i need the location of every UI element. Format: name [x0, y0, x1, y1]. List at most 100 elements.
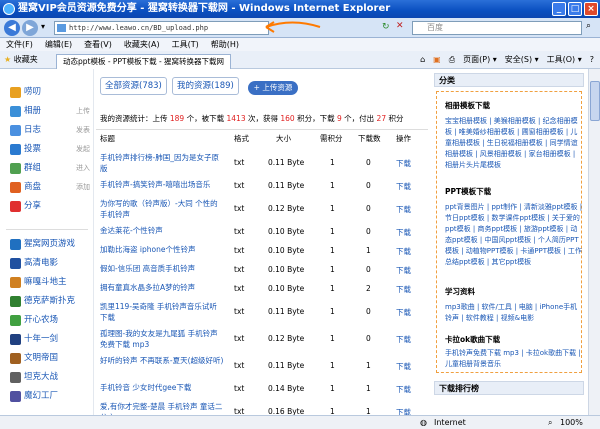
menu-view[interactable]: 查看(V): [84, 38, 112, 51]
section-links[interactable]: mp3歌曲 | 软件/工具 | 电脑 | iPhone手机铃声 | 软件教程 |…: [445, 302, 583, 324]
forward-button[interactable]: ▶: [22, 20, 38, 36]
tab-my-resources[interactable]: 我的资源(189): [172, 77, 239, 95]
print-icon[interactable]: ⎙: [449, 51, 455, 69]
sidebar-item-label: 嘛嘎斗地主: [24, 277, 67, 287]
sidebar-item-disk[interactable]: 商盘 添加: [10, 180, 90, 194]
section-links[interactable]: 宝宝相册模板 | 美猴相册模板 | 纪念相册模板 | 唯美婚纱相册模板 | 圃窗…: [445, 116, 583, 171]
game-icon: [10, 238, 21, 250]
photo-icon: [10, 105, 21, 117]
vertical-scrollbar[interactable]: [588, 69, 600, 415]
size-cell: 0.12 Byte: [268, 204, 305, 213]
download-link[interactable]: 下载: [396, 246, 411, 257]
scrollbar-thumb[interactable]: [590, 81, 600, 121]
format-cell: txt: [234, 361, 245, 370]
sidebar-item-heart[interactable]: 分享: [10, 199, 90, 213]
resource-title-link[interactable]: 手机铃音 少女时代gee下载: [100, 382, 224, 393]
resource-title-link[interactable]: 为你写的歌（铃声版）-大同 个性的手机铃声: [100, 198, 224, 220]
resource-title-link[interactable]: 爱,有你才完整-楚晨 手机铃声 童话二分之一: [100, 401, 224, 415]
download-link[interactable]: 下载: [396, 204, 411, 215]
back-button[interactable]: ◀: [4, 20, 20, 36]
download-link[interactable]: 下载: [396, 407, 411, 415]
section-links[interactable]: 手机铃声免费下载 mp3 | 卡拉ok歌曲下载 | 儿童相册背景音乐: [445, 348, 583, 370]
sidebar-app-film[interactable]: 高清电影: [10, 256, 90, 270]
format-cell: txt: [234, 307, 245, 316]
sidebar-app-poker[interactable]: 德克萨斯扑克: [10, 294, 90, 308]
zoom-level[interactable]: 100%: [560, 416, 583, 429]
sidebar-item-action[interactable]: 上传: [76, 104, 90, 118]
download-link[interactable]: 下载: [396, 181, 411, 192]
points-cell: 1: [330, 334, 335, 343]
refresh-icon[interactable]: ↻: [382, 22, 390, 32]
sidebar-item-action[interactable]: 发表: [76, 123, 90, 137]
col-title: 标题: [100, 134, 115, 143]
safety-menu[interactable]: 安全(S) ▾: [505, 51, 539, 69]
stop-icon[interactable]: ✕: [396, 21, 404, 31]
upload-resource-button[interactable]: + 上传资源: [248, 81, 298, 95]
feed-icon[interactable]: ▣: [433, 51, 441, 69]
resource-title-link[interactable]: 孤理图-我的女友是九尾狐 手机铃声免费下载 mp3: [100, 328, 224, 350]
downloads-cell: 1: [366, 361, 371, 370]
sidebar-app-empire[interactable]: 文明帝国: [10, 351, 90, 365]
download-link[interactable]: 下载: [396, 384, 411, 395]
download-link[interactable]: 下载: [396, 265, 411, 276]
table-row: 孤理图-我的女友是九尾狐 手机铃声免费下载 mp3 txt 0.12 Byte 1 0 下…: [96, 327, 428, 351]
resource-title-link[interactable]: 手机铃声-搞笑铃声-嘻嘻出场音乐: [100, 179, 224, 190]
resource-title-link[interactable]: 金达莱花-个性铃声: [100, 225, 224, 236]
sidebar-app-sword[interactable]: 十年一剑: [10, 332, 90, 346]
tools-menu[interactable]: 工具(O) ▾: [547, 51, 582, 69]
favorites-button[interactable]: ★ 收藏夹: [4, 51, 38, 69]
table-row: 好听的铃声 不再联系-夏天(超级好听) txt 0.11 Byte 1 1 下载: [96, 354, 428, 378]
sidebar-item-photo[interactable]: 相册 上传: [10, 104, 90, 118]
poker-icon: [10, 295, 21, 307]
sidebar-item-group[interactable]: 群组 进入: [10, 161, 90, 175]
section-links[interactable]: ppt背景图片 | ppt制作 | 清新淡雅ppt模板 | 节日ppt模板 | …: [445, 202, 583, 268]
download-link[interactable]: 下载: [396, 158, 411, 169]
download-link[interactable]: 下载: [396, 307, 411, 318]
sidebar-item-action[interactable]: 进入: [76, 161, 90, 175]
resource-title-link[interactable]: 手机铃声排行榜-肺国_因为是女子原版: [100, 152, 224, 174]
minimize-button[interactable]: _: [552, 2, 566, 16]
maximize-button[interactable]: □: [568, 2, 582, 16]
sidebar-app-cards[interactable]: 嘛嘎斗地主: [10, 275, 90, 289]
sidebar-item-chat[interactable]: 唠叨: [10, 85, 90, 99]
size-cell: 0.12 Byte: [268, 334, 305, 343]
table-row: 凯里119-吴奇隆 手机铃声音乐试听下载 txt 0.11 Byte 1 0 下载: [96, 300, 428, 324]
sidebar-item-log[interactable]: 日志 发表: [10, 123, 90, 137]
search-icon[interactable]: ⌕: [586, 21, 591, 31]
search-field[interactable]: 百度: [412, 21, 582, 35]
heart-icon: [10, 200, 21, 212]
section-title: 相册模板下载: [445, 101, 490, 110]
resource-title-link[interactable]: 好听的铃声 不再联系-夏天(超级好听): [100, 355, 224, 366]
help-menu[interactable]: ?: [590, 51, 594, 69]
download-link[interactable]: 下载: [396, 284, 411, 295]
home-icon[interactable]: ⌂: [420, 51, 425, 69]
page-menu[interactable]: 页面(P) ▾: [463, 51, 497, 69]
download-link[interactable]: 下载: [396, 361, 411, 372]
resource-title-link[interactable]: 凯里119-吴奇隆 手机铃声音乐试听下载: [100, 301, 224, 323]
sidebar-app-farm[interactable]: 开心农场: [10, 313, 90, 327]
menu-favorites[interactable]: 收藏夹(A): [124, 38, 160, 51]
section-title: 卡拉ok歌曲下载: [445, 335, 501, 344]
menu-help[interactable]: 帮助(H): [211, 38, 239, 51]
browser-tab[interactable]: 动态ppt模板 - PPT模板下载 - 猩窝转换器下载网: [56, 54, 232, 69]
sidebar-app-factory[interactable]: 魔幻工厂: [10, 389, 90, 403]
address-field[interactable]: http://www.leawo.cn/BD_upload.php: [54, 21, 269, 35]
download-link[interactable]: 下载: [396, 334, 411, 345]
table-row: 加勒比海盗 iphone个性铃声 txt 0.10 Byte 1 1 下载: [96, 243, 428, 259]
sidebar-app-game[interactable]: 猩窝网页游戏: [10, 237, 90, 251]
sidebar-item-action[interactable]: 添加: [76, 180, 90, 194]
resource-title-link[interactable]: 加勒比海盗 iphone个性铃声: [100, 244, 224, 255]
menu-file[interactable]: 文件(F): [6, 38, 33, 51]
sidebar-item-vote[interactable]: 投票 发起: [10, 142, 90, 156]
close-button[interactable]: ×: [584, 2, 598, 16]
sidebar-divider: [6, 229, 88, 230]
resource-title-link[interactable]: 拥有童真水晶多拉A梦的铃声: [100, 282, 224, 293]
sidebar-app-tank[interactable]: 坦克大战: [10, 370, 90, 384]
menu-tools[interactable]: 工具(T): [172, 38, 199, 51]
sidebar-item-action[interactable]: 发起: [76, 142, 90, 156]
resource-title-link[interactable]: 假如-信乐团 高音质手机铃声: [100, 263, 224, 274]
history-dropdown-icon[interactable]: ▾: [41, 22, 45, 31]
tab-all-resources[interactable]: 全部资源(783): [100, 77, 167, 95]
download-link[interactable]: 下载: [396, 227, 411, 238]
menu-edit[interactable]: 编辑(E): [45, 38, 72, 51]
